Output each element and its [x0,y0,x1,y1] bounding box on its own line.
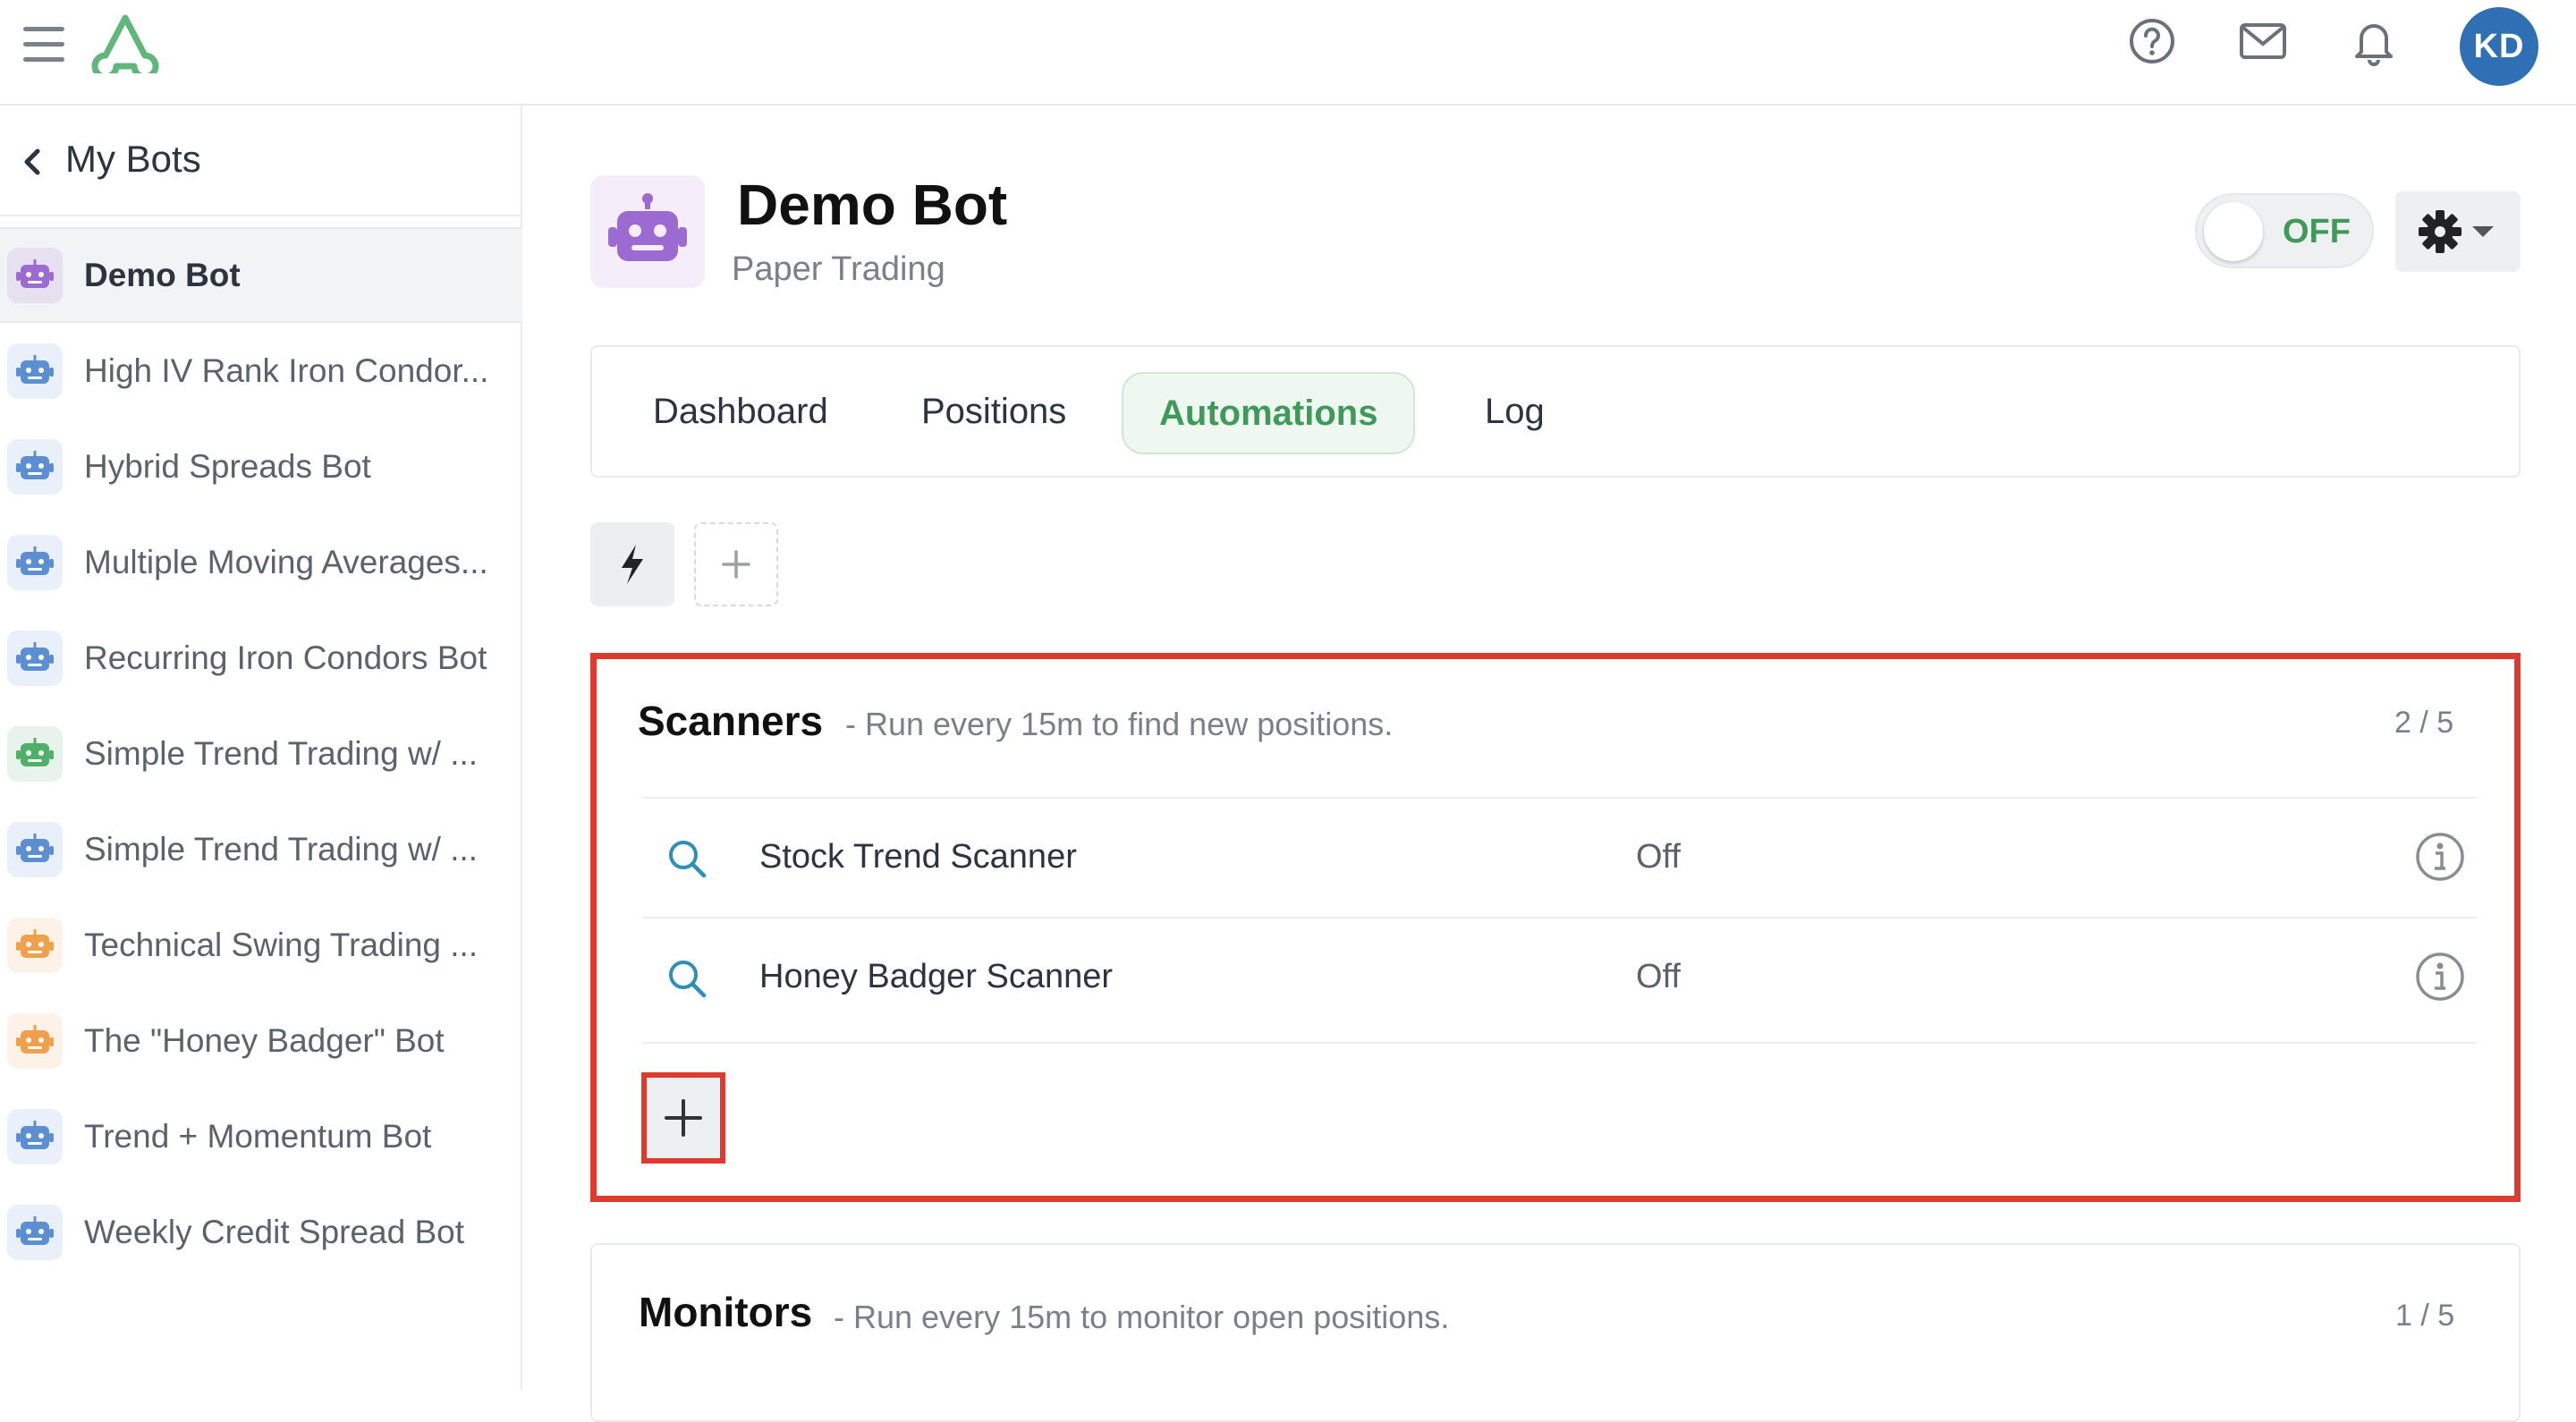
tab-automations[interactable]: Automations [1122,372,1416,454]
sidebar-bot-item[interactable]: High IV Rank Iron Condor... [0,323,522,419]
bot-avatar [590,175,705,288]
logo[interactable] [89,13,161,73]
sidebar-bot-label: The "Honey Badger" Bot [84,1021,445,1059]
gear-icon [2419,210,2494,253]
tab-log[interactable]: Log [1485,392,1545,432]
automation-type-button[interactable] [590,522,674,606]
section-title: Scanners [638,698,824,744]
plus-icon [722,550,750,579]
sidebar-bot-item[interactable]: Trend + Momentum Bot [0,1088,522,1184]
sidebar-bot-label: Simple Trend Trading w/ ... [84,734,479,772]
sidebar-bot-item[interactable]: Recurring Iron Condors Bot [0,610,522,706]
sidebar-bot-label: Hybrid Spreads Bot [84,447,371,485]
robot-icon [7,1012,63,1069]
sidebar-bot-item[interactable]: Simple Trend Trading w/ ... [0,801,522,897]
add-automation-group-button[interactable] [694,522,778,606]
sidebar-bot-item[interactable]: Multiple Moving Averages... [0,514,522,610]
scanner-name: Honey Badger Scanner [759,958,1114,995]
section-description: - Run every 15m to find new positions. [845,706,1394,742]
top-bar: KD [0,0,2576,106]
menu-icon[interactable] [23,27,64,63]
back-label: My Bots [65,138,201,180]
robot-icon [7,247,63,303]
robot-icon [7,821,63,877]
toggle-label: OFF [2283,213,2351,250]
bot-power-toggle[interactable]: OFF [2195,193,2374,268]
sidebar-bot-item[interactable]: Demo Bot [0,227,522,323]
sidebar-bot-item[interactable]: Weekly Credit Spread Bot [0,1184,522,1280]
scanners-section: Scanners - Run every 15m to find new pos… [590,653,2521,1202]
settings-menu-button[interactable] [2395,191,2521,272]
sidebar-bot-item[interactable]: Technical Swing Trading ... [0,897,522,993]
sidebar-bot-item[interactable]: Simple Trend Trading w/ ... [0,706,522,801]
sidebar-bot-label: Technical Swing Trading ... [84,926,479,963]
tab-dashboard[interactable]: Dashboard [653,392,828,432]
sidebar: My Bots Demo Bot High IV Rank Iron Condor… [0,106,522,1390]
robot-icon [7,1108,63,1164]
sidebar-bot-label: Simple Trend Trading w/ ... [84,830,479,868]
section-count: 2 / 5 [2394,706,2454,740]
sidebar-bot-label: Multiple Moving Averages... [84,543,488,580]
sidebar-bot-label: Recurring Iron Condors Bot [84,639,487,676]
divider [643,1042,2477,1044]
scanner-status: Off [1636,838,1681,876]
sidebar-bot-item[interactable]: Hybrid Spreads Bot [0,419,522,514]
toggle-knob [2204,202,2263,261]
info-icon[interactable] [2414,831,2466,883]
info-icon[interactable] [2414,951,2466,1003]
robot-icon [7,630,63,686]
scanner-row[interactable]: Stock Trend Scanner Off [643,797,2477,917]
bot-subtitle: Paper Trading [732,250,945,288]
avatar[interactable]: KD [2460,7,2538,86]
robot-icon [7,725,63,782]
sidebar-bot-label: Demo Bot [84,256,241,293]
chevron-left-icon [24,148,40,175]
tab-bar: Dashboard Positions Automations Log [590,345,2521,478]
help-icon[interactable] [2127,16,2177,66]
bell-icon[interactable] [2349,16,2399,66]
robot-icon [7,534,63,590]
search-icon [669,841,707,878]
scanner-row[interactable]: Honey Badger Scanner Off [643,917,2477,1037]
scanner-name: Stock Trend Scanner [759,838,1077,876]
page-title: Demo Bot [737,173,1008,237]
robot-icon [7,917,63,973]
tab-positions[interactable]: Positions [921,392,1066,432]
mail-icon[interactable] [2238,16,2288,66]
sidebar-bot-label: High IV Rank Iron Condor... [84,351,489,389]
sidebar-bot-label: Weekly Credit Spread Bot [84,1213,465,1250]
plus-icon [665,1099,702,1137]
scanner-status: Off [1636,958,1681,995]
robot-icon [608,193,687,261]
robot-icon [7,438,63,495]
robot-icon [7,1204,63,1260]
add-scanner-button[interactable] [641,1072,725,1164]
sidebar-bot-item[interactable]: The "Honey Badger" Bot [0,993,522,1088]
search-icon [669,961,707,998]
sidebar-bot-label: Trend + Momentum Bot [84,1117,432,1155]
bot-list: Demo Bot High IV Rank Iron Condor... Hybri… [0,227,522,1280]
robot-icon [7,343,63,399]
lightning-bolt-icon [622,545,643,584]
section-title: Monitors [639,1289,813,1335]
section-description: - Run every 15m to monitor open position… [834,1299,1450,1335]
back-to-my-bots[interactable]: My Bots [0,106,522,216]
section-count: 1 / 5 [2395,1299,2455,1333]
monitors-section: Monitors - Run every 15m to monitor open… [590,1243,2521,1422]
